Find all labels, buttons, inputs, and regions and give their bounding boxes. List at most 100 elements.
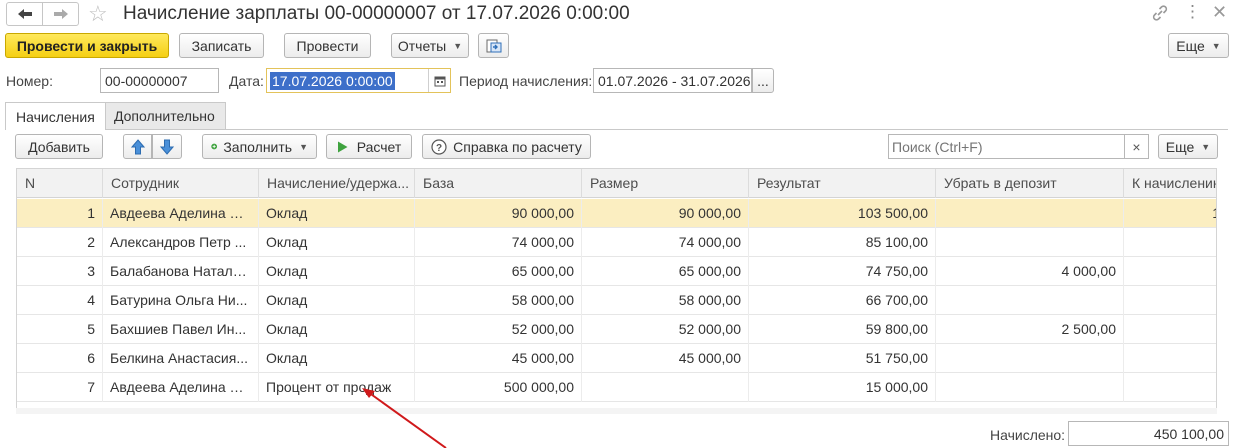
move-down-button[interactable] <box>152 134 182 159</box>
post-and-close-button[interactable]: Провести и закрыть <box>5 33 169 58</box>
cell-to-pay[interactable] <box>1124 344 1216 373</box>
cell-employee[interactable]: Авдеева Аделина П... <box>103 199 259 228</box>
cell-employee[interactable]: Александров Петр ... <box>103 228 259 257</box>
cell-deposit[interactable] <box>936 286 1124 315</box>
column-header-n[interactable]: N <box>17 169 103 198</box>
cell-to-pay[interactable] <box>1124 257 1216 286</box>
cell-base[interactable]: 52 000,00 <box>415 315 582 344</box>
cell-result[interactable]: 15 000,00 <box>749 373 936 402</box>
link-icon[interactable] <box>1151 4 1169 22</box>
fill-dropdown-button[interactable]: Заполнить ▼ <box>202 134 317 159</box>
cell-employee[interactable]: Балабанова Наталь... <box>103 257 259 286</box>
cell-result[interactable]: 51 750,00 <box>749 344 936 373</box>
column-header-to-pay[interactable]: К начислению <box>1124 169 1216 198</box>
cell-base[interactable]: 58 000,00 <box>415 286 582 315</box>
cell-to-pay[interactable] <box>1124 315 1216 344</box>
cell-n[interactable]: 6 <box>17 344 103 373</box>
more-table-button[interactable]: Еще ▼ <box>1158 134 1218 159</box>
cell-result[interactable]: 74 750,00 <box>749 257 936 286</box>
column-header-size[interactable]: Размер <box>582 169 749 198</box>
cell-accrual[interactable]: Оклад <box>259 286 415 315</box>
clear-search-button[interactable]: × <box>1125 134 1149 159</box>
calculate-button[interactable]: Расчет <box>326 134 412 159</box>
close-window-icon[interactable]: ✕ <box>1212 1 1227 23</box>
table-row[interactable]: 4 Батурина Ольга Ни... Оклад 58 000,00 58 00… <box>17 286 1216 315</box>
add-button[interactable]: Добавить <box>15 134 103 159</box>
cell-size[interactable]: 90 000,00 <box>582 199 749 228</box>
cell-base[interactable]: 74 000,00 <box>415 228 582 257</box>
cell-to-pay[interactable] <box>1124 373 1216 402</box>
more-top-button[interactable]: Еще ▼ <box>1168 33 1229 58</box>
move-up-button[interactable] <box>123 134 152 159</box>
cell-to-pay[interactable] <box>1124 228 1216 257</box>
cell-accrual[interactable]: Оклад <box>259 315 415 344</box>
search-input[interactable] <box>888 134 1125 159</box>
column-header-result[interactable]: Результат <box>749 169 936 198</box>
cell-size[interactable]: 74 000,00 <box>582 228 749 257</box>
reports-dropdown-button[interactable]: Отчеты ▼ <box>391 33 469 58</box>
cell-n[interactable]: 3 <box>17 257 103 286</box>
cell-accrual[interactable]: Оклад <box>259 344 415 373</box>
cell-employee[interactable]: Батурина Ольга Ни... <box>103 286 259 315</box>
cell-n[interactable]: 7 <box>17 373 103 402</box>
cell-deposit[interactable] <box>936 373 1124 402</box>
cell-employee[interactable]: Белкина Анастасия... <box>103 344 259 373</box>
cell-base[interactable]: 90 000,00 <box>415 199 582 228</box>
period-select-button[interactable]: ... <box>752 68 774 93</box>
table-row[interactable]: 5 Бахшиев Павел Ин... Оклад 52 000,00 52 000… <box>17 315 1216 344</box>
nav-back-button[interactable] <box>6 2 43 26</box>
cell-size[interactable]: 45 000,00 <box>582 344 749 373</box>
calendar-button[interactable] <box>428 69 450 92</box>
structure-button[interactable] <box>478 33 509 58</box>
cell-accrual[interactable]: Оклад <box>259 199 415 228</box>
column-header-employee[interactable]: Сотрудник <box>103 169 259 198</box>
cell-deposit[interactable] <box>936 228 1124 257</box>
column-header-accrual[interactable]: Начисление/удержа... <box>259 169 415 198</box>
cell-result[interactable]: 66 700,00 <box>749 286 936 315</box>
cell-size[interactable]: 58 000,00 <box>582 286 749 315</box>
table-row[interactable]: 1 Авдеева Аделина П... Оклад 90 000,00 90 00… <box>17 199 1216 228</box>
period-field[interactable]: 01.07.2026 - 31.07.2026 <box>593 68 752 93</box>
post-button[interactable]: Провести <box>284 33 371 58</box>
cell-n[interactable]: 1 <box>17 199 103 228</box>
calc-help-button[interactable]: ? Справка по расчету <box>422 134 591 159</box>
cell-size[interactable]: 65 000,00 <box>582 257 749 286</box>
cell-deposit[interactable]: 4 000,00 <box>936 257 1124 286</box>
cell-n[interactable]: 2 <box>17 228 103 257</box>
cell-result[interactable]: 59 800,00 <box>749 315 936 344</box>
cell-size[interactable] <box>582 373 749 402</box>
save-button[interactable]: Записать <box>179 33 264 58</box>
table-row[interactable]: 7 Авдеева Аделина П... Процент от продаж 50… <box>17 373 1216 402</box>
tab-additional[interactable]: Дополнительно <box>103 102 226 129</box>
cell-to-pay[interactable] <box>1124 286 1216 315</box>
cell-size[interactable]: 52 000,00 <box>582 315 749 344</box>
cell-n[interactable]: 4 <box>17 286 103 315</box>
date-field[interactable]: 17.07.2026 0:00:00 <box>266 68 451 93</box>
cell-deposit[interactable] <box>936 199 1124 228</box>
cell-n[interactable]: 5 <box>17 315 103 344</box>
table-row[interactable]: 2 Александров Петр ... Оклад 74 000,00 74 00… <box>17 228 1216 257</box>
cell-deposit[interactable] <box>936 344 1124 373</box>
nav-forward-button[interactable] <box>42 2 79 26</box>
number-field[interactable]: 00-00000007 <box>100 68 219 93</box>
column-header-deposit[interactable]: Убрать в депозит <box>936 169 1124 198</box>
table-bottom-scrollbar[interactable] <box>16 408 1217 414</box>
cell-accrual[interactable]: Оклад <box>259 257 415 286</box>
table-row[interactable]: 3 Балабанова Наталь... Оклад 65 000,00 65 00… <box>17 257 1216 286</box>
kebab-menu-icon[interactable]: ⋮ <box>1184 2 1201 22</box>
table-row[interactable]: 6 Белкина Анастасия... Оклад 45 000,00 45 00… <box>17 344 1216 373</box>
cell-result[interactable]: 85 100,00 <box>749 228 936 257</box>
cell-base[interactable]: 65 000,00 <box>415 257 582 286</box>
cell-result[interactable]: 103 500,00 <box>749 199 936 228</box>
column-header-base[interactable]: База <box>415 169 582 198</box>
favorite-star-icon[interactable]: ☆ <box>88 1 108 27</box>
cell-employee[interactable]: Авдеева Аделина П... <box>103 373 259 402</box>
accruals-table[interactable]: N Сотрудник Начисление/удержа... База Ра… <box>16 168 1217 414</box>
cell-accrual[interactable]: Оклад <box>259 228 415 257</box>
cell-deposit[interactable]: 2 500,00 <box>936 315 1124 344</box>
cell-base[interactable]: 45 000,00 <box>415 344 582 373</box>
tab-accruals[interactable]: Начисления <box>5 102 106 130</box>
cell-employee[interactable]: Бахшиев Павел Ин... <box>103 315 259 344</box>
cell-to-pay[interactable]: 1 <box>1124 199 1216 228</box>
total-label: Начислено: <box>990 427 1066 443</box>
